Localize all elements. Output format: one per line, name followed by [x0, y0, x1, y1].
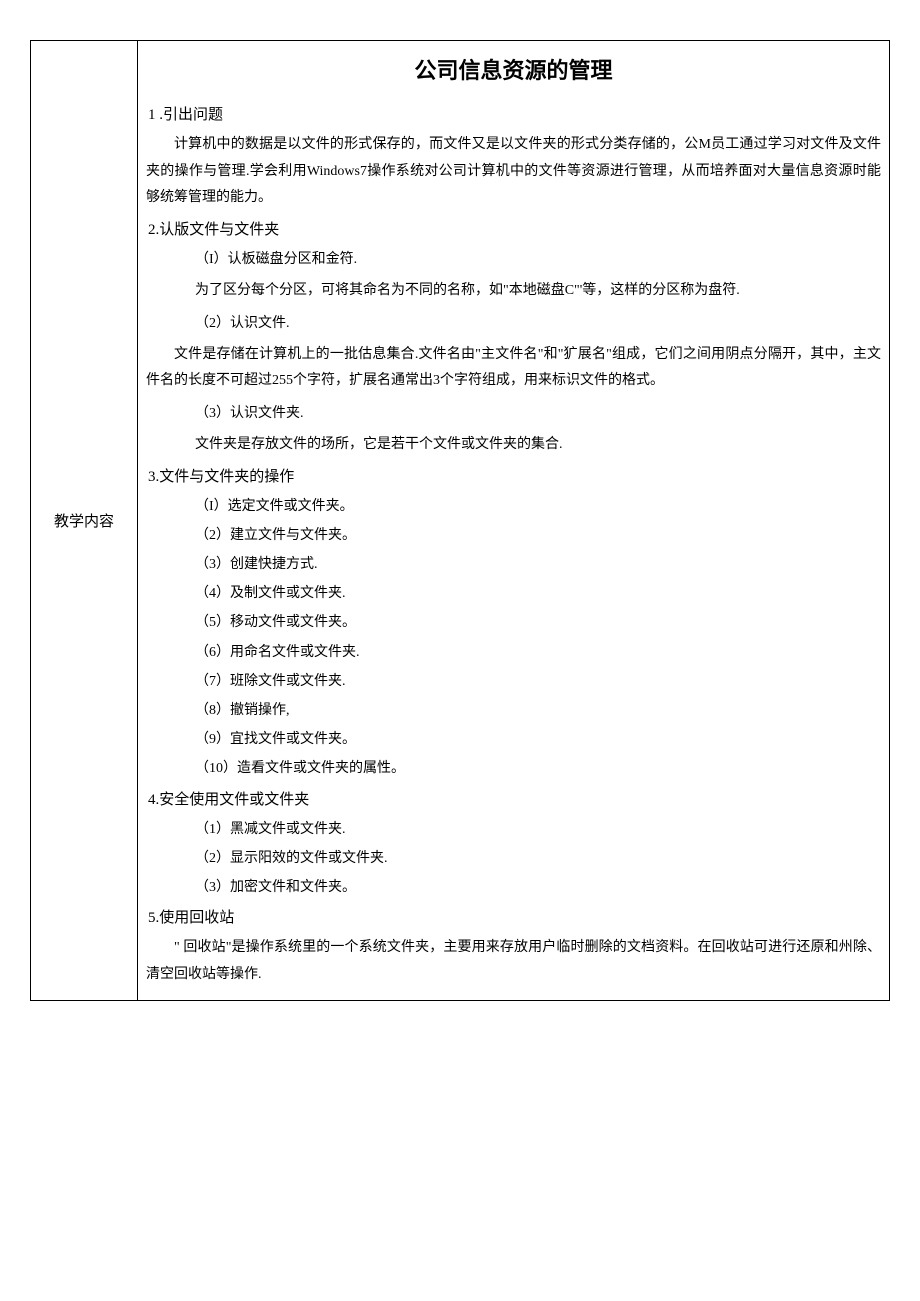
sec3-item: （I）选定文件或文件夹。: [146, 494, 881, 519]
sec3-head: 3.文件与文件夹的操作: [148, 465, 881, 486]
sec1-p1: 计算机中的数据是以文件的形式保存的，而文件又是以文件夹的形式分类存储的，公M员工…: [146, 132, 881, 212]
sec3-item: （7）班除文件或文件夹.: [146, 669, 881, 694]
sec2-head: 2.认版文件与文件夹: [148, 218, 881, 239]
sec2-p1: 为了区分每个分区，可将其命名为不同的名称，如"本地磁盘C"'等，这样的分区称为盘…: [146, 278, 881, 305]
sec4-item: （2）显示阳效的文件或文件夹.: [146, 846, 881, 871]
row-label: 教学内容: [54, 514, 114, 530]
sec3-item: （9）宜找文件或文件夹。: [146, 727, 881, 752]
page: 教学内容 公司信息资源的管理 1 .引出问题 计算机中的数据是以文件的形式保存的…: [30, 40, 890, 1001]
sec3-item: （2）建立文件与文件夹。: [146, 523, 881, 548]
sec3-item: （5）移动文件或文件夹。: [146, 610, 881, 635]
sec5-p1: " 回收站"是操作系统里的一个系统文件夹，主要用来存放用户临时删除的文档资料。在…: [146, 935, 881, 988]
sec2-i1: （I）认板磁盘分区和金符.: [146, 247, 881, 272]
sec3-item: （10）造看文件或文件夹的属性。: [146, 756, 881, 781]
sec1-head: 1 .引出问题: [148, 103, 881, 124]
sec3-item: （3）创建快捷方式.: [146, 552, 881, 577]
sec2-i3: （3）认识文件夹.: [146, 401, 881, 426]
doc-title: 公司信息资源的管理: [146, 53, 881, 85]
sec3-item: （4）及制文件或文件夹.: [146, 581, 881, 606]
sec2-p3: 文件夹是存放文件的场所，它是若干个文件或文件夹的集合.: [146, 432, 881, 459]
sec3-item: （6）用命名文件或文件夹.: [146, 640, 881, 665]
sec3-item: （8）撤销操作,: [146, 698, 881, 723]
row-label-cell: 教学内容: [31, 41, 138, 1001]
content-cell: 公司信息资源的管理 1 .引出问题 计算机中的数据是以文件的形式保存的，而文件又…: [138, 41, 890, 1001]
sec2-i2: （2）认识文件.: [146, 311, 881, 336]
main-table: 教学内容 公司信息资源的管理 1 .引出问题 计算机中的数据是以文件的形式保存的…: [30, 40, 890, 1001]
sec2-p2: 文件是存储在计算机上的一批估息集合.文件名由"主文件名"和"犷展名"组成，它们之…: [146, 342, 881, 395]
sec4-head: 4.安全使用文件或文件夹: [148, 788, 881, 809]
sec4-item: （3）加密文件和文件夹。: [146, 875, 881, 900]
sec5-head: 5.使用回收站: [148, 906, 881, 927]
sec4-item: （1）黑减文件或文件夹.: [146, 817, 881, 842]
